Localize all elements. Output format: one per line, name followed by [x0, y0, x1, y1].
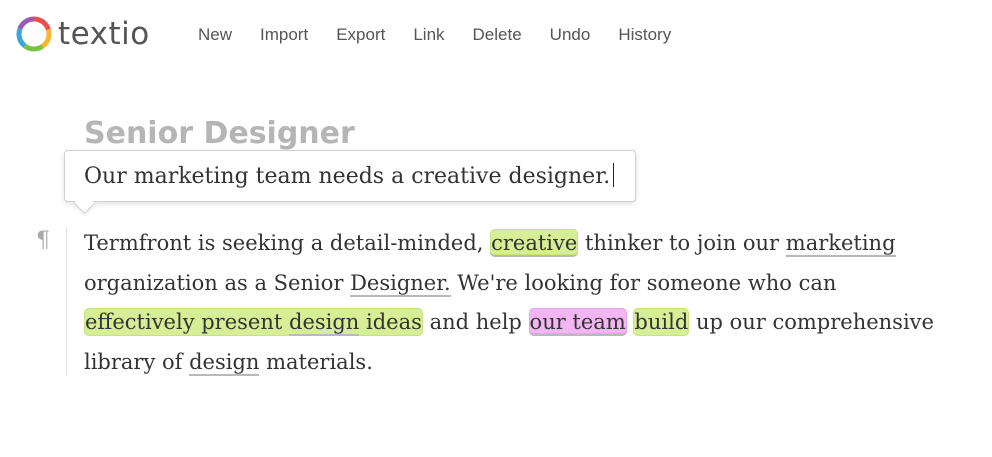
link-button[interactable]: Link	[399, 22, 458, 48]
sentence-edit-field[interactable]: Our marketing team needs a creative desi…	[84, 163, 615, 191]
paragraph-text: thinker to join our	[578, 231, 786, 255]
textio-ring-logo-icon	[16, 16, 52, 52]
text-caret	[613, 163, 615, 187]
new-button[interactable]: New	[184, 22, 246, 48]
underlined-term[interactable]: Designer.	[350, 270, 451, 297]
paragraph-text: and help	[422, 310, 529, 334]
import-button[interactable]: Import	[246, 22, 322, 48]
underlined-term[interactable]: marketing	[785, 231, 896, 257]
highlight-positive[interactable]: effectively present design ideas	[84, 308, 423, 336]
history-button[interactable]: History	[604, 22, 685, 48]
paragraph-line: library of design materials.	[84, 343, 984, 383]
sentence-edit-text: Our marketing team needs a creative desi…	[84, 164, 611, 189]
paragraph-text: up our comprehensive	[689, 310, 934, 334]
highlight-text: ideas	[359, 310, 422, 334]
paragraph-line: effectively present design ideas and hel…	[84, 303, 984, 343]
paragraph-text: organization as a Senior	[84, 270, 351, 295]
paragraph-marker-icon[interactable]: ¶	[36, 228, 50, 253]
document-title[interactable]: Senior Designer	[84, 113, 355, 155]
paragraph-line: Termfront is seeking a detail-minded, cr…	[84, 224, 984, 264]
highlight-caution[interactable]: our team	[528, 308, 627, 336]
paragraph-text: Termfront is seeking a detail-minded,	[84, 231, 491, 255]
logo-wordmark: textio	[58, 16, 150, 52]
undo-button[interactable]: Undo	[536, 22, 605, 48]
popover-pointer	[73, 192, 96, 215]
textio-logo[interactable]: textio	[14, 14, 150, 54]
export-button[interactable]: Export	[322, 22, 399, 48]
job-description-paragraph[interactable]: Termfront is seeking a detail-minded, cr…	[84, 224, 984, 382]
underlined-term[interactable]: design	[289, 310, 360, 336]
underlined-term[interactable]: design	[189, 349, 260, 376]
highlight-positive[interactable]: creative	[490, 229, 579, 257]
delete-button[interactable]: Delete	[459, 22, 536, 48]
paragraph-text: materials.	[259, 349, 373, 374]
paragraph-rule	[66, 228, 67, 376]
paragraph-text: library of	[84, 349, 190, 374]
main-toolbar: New Import Export Link Delete Undo Histo…	[184, 22, 685, 48]
highlight-positive[interactable]: build	[633, 308, 690, 336]
paragraph-line: organization as a Senior Designer. We're…	[84, 264, 984, 304]
sentence-edit-popover[interactable]: Our marketing team needs a creative desi…	[64, 150, 636, 215]
highlight-text: effectively present	[85, 310, 289, 334]
paragraph-text: We're looking for someone who can	[450, 270, 837, 295]
